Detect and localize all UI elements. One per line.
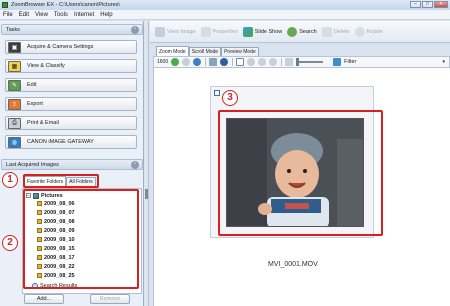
collapse-last-acquired-icon[interactable]: ⌃	[131, 161, 139, 169]
app-icon	[2, 2, 8, 8]
export-button[interactable]: ⇪ Export	[5, 97, 137, 111]
properties-button[interactable]: Properties	[200, 26, 238, 37]
image-count: 1600	[157, 59, 169, 65]
view-image-icon	[155, 26, 165, 37]
thumbnail-size-slider[interactable]	[296, 58, 324, 66]
menu-tools[interactable]: Tools	[51, 12, 71, 18]
task-label: Print & Email	[27, 120, 59, 126]
menu-edit[interactable]: Edit	[16, 12, 32, 18]
properties-label: Properties	[212, 28, 238, 35]
menu-help[interactable]: Help	[97, 12, 115, 18]
callout-box-2	[23, 189, 139, 289]
view-mode-tabs: Zoom Mode Scroll Mode Preview Mode	[150, 45, 450, 56]
zoom-in-icon[interactable]	[247, 58, 256, 66]
acquire-camera-settings-button[interactable]: ▣ Acquire & Camera Settings	[5, 40, 137, 54]
task-label: View & Classify	[27, 63, 65, 69]
fit-icon[interactable]	[269, 58, 278, 66]
edit-icon: ✎	[8, 79, 21, 91]
refresh-icon[interactable]	[171, 58, 180, 66]
task-label: CANON iMAGE GATEWAY	[27, 139, 94, 145]
tab-preview-mode[interactable]: Preview Mode	[221, 47, 259, 56]
filter-dropdown-icon[interactable]: ▾	[442, 59, 445, 65]
slide-show-icon	[242, 26, 253, 37]
menu-view[interactable]: View	[32, 12, 51, 18]
tasks-header-label: Tasks	[6, 26, 21, 33]
collapse-tasks-icon[interactable]: ⌃	[131, 26, 139, 34]
rotate-label: Rotate	[366, 28, 383, 35]
print-icon: ⎙	[8, 117, 21, 129]
sort-icon[interactable]	[209, 58, 218, 66]
thumbnail-filename: MVI_0001.MOV	[268, 261, 318, 268]
search-icon	[287, 26, 298, 37]
add-folder-button[interactable]: Add...	[24, 294, 64, 304]
callout-1: 1	[2, 172, 18, 188]
delete-icon	[321, 26, 332, 37]
search-label: Search	[299, 28, 317, 35]
last-acquired-label: Last Acquired Images	[6, 161, 59, 168]
slider-thumb[interactable]	[296, 58, 300, 66]
pane-splitter[interactable]	[144, 21, 149, 306]
tasks-header[interactable]: Tasks ⌃	[1, 24, 143, 35]
app-window: ZoomBrowser EX - C:\Users\canon\Pictures…	[0, 0, 450, 306]
toolbar-divider	[281, 58, 283, 66]
properties-icon	[200, 26, 211, 37]
menu-file[interactable]: File	[0, 12, 16, 18]
task-label: Acquire & Camera Settings	[27, 44, 94, 50]
rotate-icon	[354, 26, 365, 37]
splitter-grip-icon[interactable]	[145, 189, 148, 199]
filter-icon[interactable]	[333, 58, 342, 66]
tab-zoom-mode[interactable]: Zoom Mode	[156, 46, 189, 56]
remove-folder-button[interactable]: Remove	[90, 294, 130, 304]
select-arrow-icon[interactable]	[236, 58, 245, 66]
tab-scroll-mode[interactable]: Scroll Mode	[188, 47, 222, 56]
info-icon[interactable]	[193, 58, 202, 66]
view-subtoolbar: 1600 Filter ▾	[153, 56, 450, 68]
camera-icon: ▣	[8, 41, 21, 53]
thumbnail-checkbox[interactable]	[214, 90, 220, 96]
export-icon: ⇪	[8, 98, 21, 110]
toolbar-divider	[205, 58, 207, 66]
zoom-out-icon[interactable]	[258, 58, 267, 66]
last-acquired-header[interactable]: Last Acquired Images ⌃	[1, 159, 143, 170]
title-bar: ZoomBrowser EX - C:\Users\canon\Pictures…	[0, 0, 450, 10]
toolbar-divider	[232, 58, 234, 66]
minimize-button[interactable]: –	[410, 1, 421, 8]
window-controls: – □ ✕	[410, 1, 448, 8]
rotate-button[interactable]: Rotate	[354, 26, 383, 37]
callout-3: 3	[222, 90, 238, 106]
task-label: Export	[27, 101, 43, 107]
edit-button[interactable]: ✎ Edit	[5, 78, 137, 92]
menu-bar: File Edit View Tools Internet Help	[0, 10, 450, 20]
slide-show-button[interactable]: Slide Show	[242, 26, 283, 37]
delete-button[interactable]: Delete	[321, 26, 350, 37]
view-image-button[interactable]: View Image	[155, 26, 196, 37]
callout-box-3	[218, 110, 383, 236]
view-classify-icon: ▦	[8, 60, 21, 72]
filter-label[interactable]: Filter	[344, 59, 356, 65]
task-label: Edit	[27, 82, 37, 88]
callout-2: 2	[2, 235, 18, 251]
print-email-button[interactable]: ⎙ Print & Email	[5, 116, 137, 130]
close-button[interactable]: ✕	[434, 1, 448, 8]
settings-icon[interactable]	[220, 58, 229, 66]
maximize-button[interactable]: □	[422, 1, 433, 8]
view-classify-button[interactable]: ▦ View & Classify	[5, 59, 137, 73]
delete-label: Delete	[333, 28, 350, 35]
main-toolbar: View Image Properties Slide Show Search …	[150, 21, 450, 43]
gateway-icon: ◍	[8, 136, 21, 148]
window-title: ZoomBrowser EX - C:\Users\canon\Pictures…	[11, 2, 120, 8]
slide-show-label: Slide Show	[254, 28, 283, 35]
callout-box-1	[23, 174, 99, 188]
search-button[interactable]: Search	[287, 26, 317, 37]
canon-image-gateway-button[interactable]: ◍ CANON iMAGE GATEWAY	[5, 135, 137, 149]
view-image-label: View Image	[167, 28, 196, 35]
expand-icon[interactable]	[285, 58, 294, 66]
menu-internet[interactable]: Internet	[71, 12, 97, 18]
back-icon[interactable]	[182, 58, 191, 66]
